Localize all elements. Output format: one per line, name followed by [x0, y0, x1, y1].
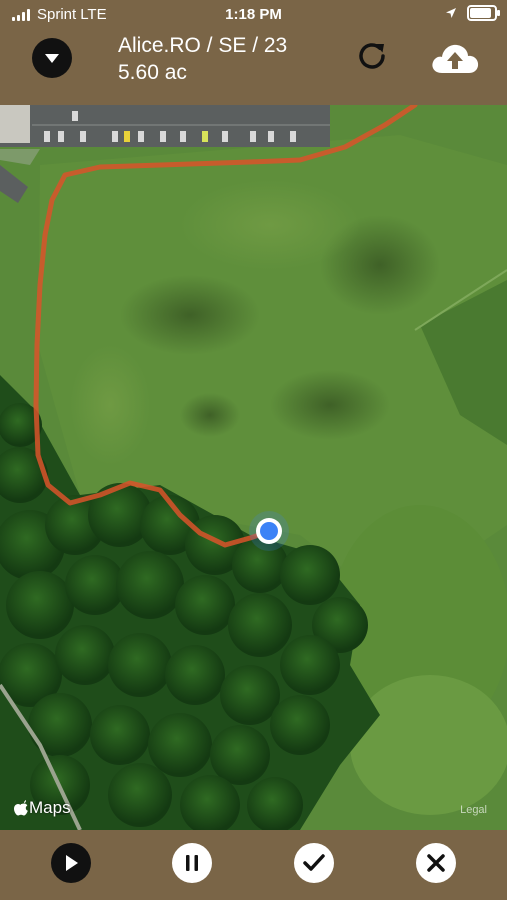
confirm-button[interactable] [294, 843, 334, 883]
upload-button[interactable] [428, 38, 482, 78]
close-icon [427, 854, 445, 872]
play-icon [66, 855, 78, 871]
maps-label: Maps [29, 798, 71, 817]
satellite-map[interactable] [0, 105, 507, 830]
current-location-marker [249, 511, 289, 551]
check-icon [303, 854, 325, 871]
battery-icon [467, 5, 500, 21]
chevron-down-icon [45, 53, 59, 63]
clock: 1:18 PM [225, 6, 282, 23]
cloud-upload-icon [432, 44, 479, 73]
location-arrow-icon [446, 8, 456, 18]
field-title: Alice.RO / SE / 23 [118, 34, 288, 57]
legal-link[interactable]: Legal [460, 804, 487, 816]
maps-attribution: Maps [14, 798, 71, 818]
pause-button[interactable] [172, 843, 212, 883]
field-info: Alice.RO / SE / 23 5.60 ac [118, 32, 287, 86]
apple-logo-icon [14, 800, 28, 816]
refresh-icon [359, 43, 385, 69]
field-area: 5.60 ac [118, 61, 187, 84]
map-view[interactable]: Maps Legal [0, 105, 507, 830]
refresh-button[interactable] [352, 36, 392, 76]
bottom-toolbar [0, 830, 507, 900]
pause-icon [186, 855, 198, 871]
dropdown-button[interactable] [32, 38, 72, 78]
header: Alice.RO / SE / 23 5.60 ac [0, 30, 507, 105]
play-button[interactable] [51, 843, 91, 883]
status-bar: Sprint LTE 1:18 PM [0, 0, 507, 30]
cancel-button[interactable] [416, 843, 456, 883]
